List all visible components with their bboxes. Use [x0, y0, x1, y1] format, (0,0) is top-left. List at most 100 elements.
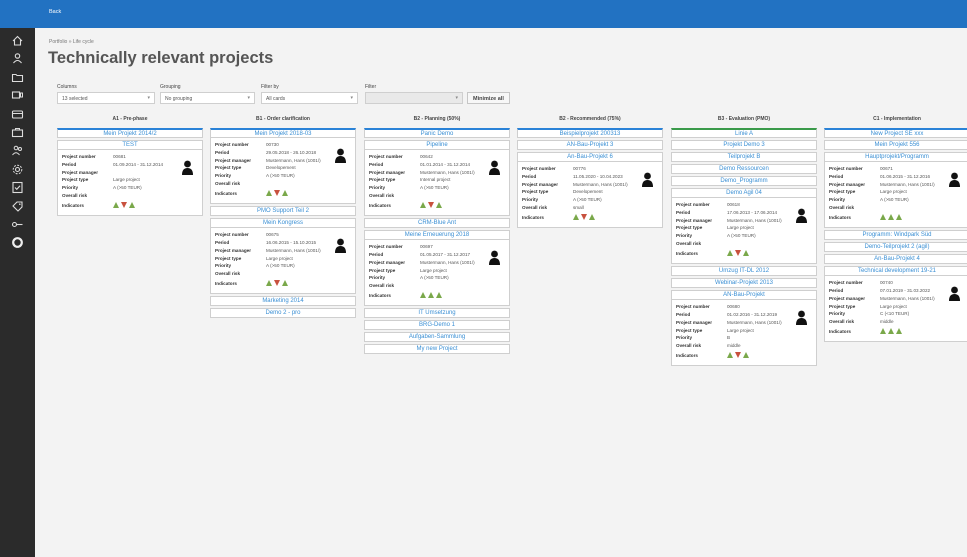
field-value: Mustermann, Hans (1001/) — [266, 247, 321, 253]
indicator-icons — [266, 190, 288, 197]
field-label: Period — [215, 150, 230, 156]
field-value: Mustermann, Hans (1001/) — [420, 259, 475, 265]
indicators-row: Indicators — [522, 211, 658, 223]
field-label: Indicators — [62, 202, 84, 208]
project-card-title[interactable]: Projekt Demo 3 — [671, 140, 817, 150]
briefcase-icon[interactable] — [11, 126, 24, 139]
project-card-title[interactable]: Meine Erneuerung 2018 — [364, 230, 510, 241]
project-card-title[interactable]: Linie A — [671, 128, 817, 138]
field-label: Overall risk — [829, 318, 855, 324]
project-card-title[interactable]: Programm: Windpark Süd — [824, 230, 967, 241]
project-card-title[interactable]: CRM-Blue Ant — [364, 218, 510, 229]
project-card-title[interactable]: Beispielprojekt 200313 — [517, 128, 663, 138]
detail-row: Project type Large project — [676, 224, 812, 232]
project-card-title[interactable]: Demo 2 - pro — [210, 308, 356, 319]
project-card-title[interactable]: An-Bau-Projekt 6 — [517, 152, 663, 162]
field-label: Priority — [676, 233, 693, 239]
detail-row: Project manager Mustermann, Hans (1001/) — [369, 168, 505, 176]
detail-row: Priority A (>50 TEUR) — [215, 172, 351, 180]
project-card-title[interactable]: Webinar-Projekt 2013 — [671, 278, 817, 289]
triangle-down-icon — [581, 214, 587, 221]
project-card-title[interactable]: BRG-Demo 1 — [364, 320, 510, 331]
triangle-up-icon — [266, 190, 272, 197]
field-label: Period — [676, 312, 691, 318]
project-card-details: Project number 00675 Period 16.06.2015 - 15… — [210, 228, 356, 295]
project-card-title[interactable]: Demo Ressourcen — [671, 164, 817, 174]
circle-icon[interactable] — [11, 236, 24, 249]
field-label: Project number — [215, 232, 249, 238]
project-card-title[interactable]: Mein Projekt 556 — [824, 140, 967, 150]
detail-row: Project manager — [62, 168, 198, 176]
project-card-title[interactable]: Mein Kongress — [210, 218, 356, 229]
grouping-select[interactable]: No grouping ▾ — [160, 92, 255, 104]
project-card-title[interactable]: Demo Agil 04 — [671, 188, 817, 198]
project-card-title[interactable]: Aufgaben-Sammlung — [364, 332, 510, 343]
users-icon[interactable] — [11, 144, 24, 157]
minimize-all-button[interactable]: Minimize all — [467, 92, 510, 104]
detail-row: Period 29.05.2018 - 26.10.2018 — [215, 149, 351, 157]
home-icon[interactable] — [11, 34, 24, 47]
detail-row: Project number 00675 — [215, 231, 351, 239]
project-card-title[interactable]: Mein Projekt 2014/2 — [57, 128, 203, 138]
user-icon[interactable] — [11, 52, 24, 65]
project-card-title[interactable]: Hauptprojekt/Programm — [824, 152, 967, 162]
key-icon[interactable] — [11, 218, 24, 231]
triangle-up-icon — [880, 328, 886, 335]
field-value: Mustermann, Hans (1001/) — [727, 217, 782, 223]
monitor-icon[interactable] — [11, 89, 24, 102]
indicators-row: Indicators — [215, 187, 351, 199]
project-card-title[interactable]: Panic Demo — [364, 128, 510, 138]
filter-select[interactable]: ▾ — [365, 92, 463, 104]
field-label: Project type — [522, 189, 549, 195]
detail-row: Project number 00681 — [62, 153, 198, 161]
detail-row: Project type Developement — [215, 164, 351, 172]
field-value: A (>50 TEUR) — [113, 185, 142, 191]
columns-select[interactable]: 13 selected ▾ — [57, 92, 155, 104]
project-card-title[interactable]: IT Umsetzung — [364, 308, 510, 319]
lifecycle-column: B2 - Planning (50%) Panic Demo Pipeline Pro… — [364, 116, 510, 356]
project-card-title[interactable]: Demo-Teilprojekt 2 (agil) — [824, 242, 967, 253]
field-label: Project number — [522, 166, 556, 172]
checklist-icon[interactable] — [11, 181, 24, 194]
columns-label: Columns — [57, 84, 77, 90]
project-card-title[interactable]: Pipeline — [364, 140, 510, 150]
field-value: Mustermann, Hans (1001/) — [880, 181, 935, 187]
project-card-title[interactable]: AN-Bau-Projekt 3 — [517, 140, 663, 150]
project-card-title[interactable]: Marketing 2014 — [210, 296, 356, 307]
triangle-up-icon — [436, 202, 442, 209]
field-label: Period — [369, 252, 384, 258]
field-label: Overall risk — [369, 192, 395, 198]
project-card-title[interactable]: My new Project — [364, 344, 510, 355]
project-card-title[interactable]: AN-Bau-Projekt — [671, 290, 817, 301]
project-card-details: Project number 00697 Period 01.05.2017 - 31… — [364, 240, 510, 307]
project-card-title[interactable]: TEST — [57, 140, 203, 150]
field-label: Project manager — [369, 259, 405, 265]
project-card-title[interactable]: An-Bau-Projekt 4 — [824, 254, 967, 265]
filter-by-select[interactable]: All cards ▾ — [261, 92, 358, 104]
folder-icon[interactable] — [11, 71, 24, 84]
field-label: Indicators — [676, 352, 698, 358]
back-link[interactable]: Back — [49, 9, 61, 15]
field-value: A (>50 TEUR) — [727, 233, 756, 239]
avatar-icon — [949, 286, 960, 302]
project-card-title[interactable]: Mein Projekt 2018-03 — [210, 128, 356, 138]
card-icon[interactable] — [11, 108, 24, 121]
detail-row: Period 16.06.2015 - 15.10.2015 — [215, 239, 351, 247]
project-card-title[interactable]: Demo_Programm — [671, 176, 817, 186]
project-card-title[interactable]: Umzug IT-DL 2012 — [671, 266, 817, 277]
field-value: Developement — [573, 189, 603, 195]
lifecycle-column: C1 - Implementation New Project SE xxx Mei… — [824, 116, 967, 344]
project-card-title[interactable]: New Project SE xxx — [824, 128, 967, 138]
detail-row: Project type Developement — [522, 188, 658, 196]
detail-row: Project number 00642 — [369, 153, 505, 161]
project-card-details: Project number 00680 Period 01.02.2016 - 31… — [671, 300, 817, 367]
tag-icon[interactable] — [11, 200, 24, 213]
project-card-title[interactable]: Technical development 19-21 — [824, 266, 967, 277]
breadcrumb[interactable]: Portfolio » Life cycle — [49, 39, 94, 45]
indicator-icons — [573, 214, 595, 221]
project-card-title[interactable]: Teilprojekt B — [671, 152, 817, 162]
project-card-title[interactable]: PMO Support Teil 2 — [210, 206, 356, 217]
indicator-icons — [880, 328, 902, 335]
gear-icon[interactable] — [11, 163, 24, 176]
field-label: Period — [522, 174, 537, 180]
